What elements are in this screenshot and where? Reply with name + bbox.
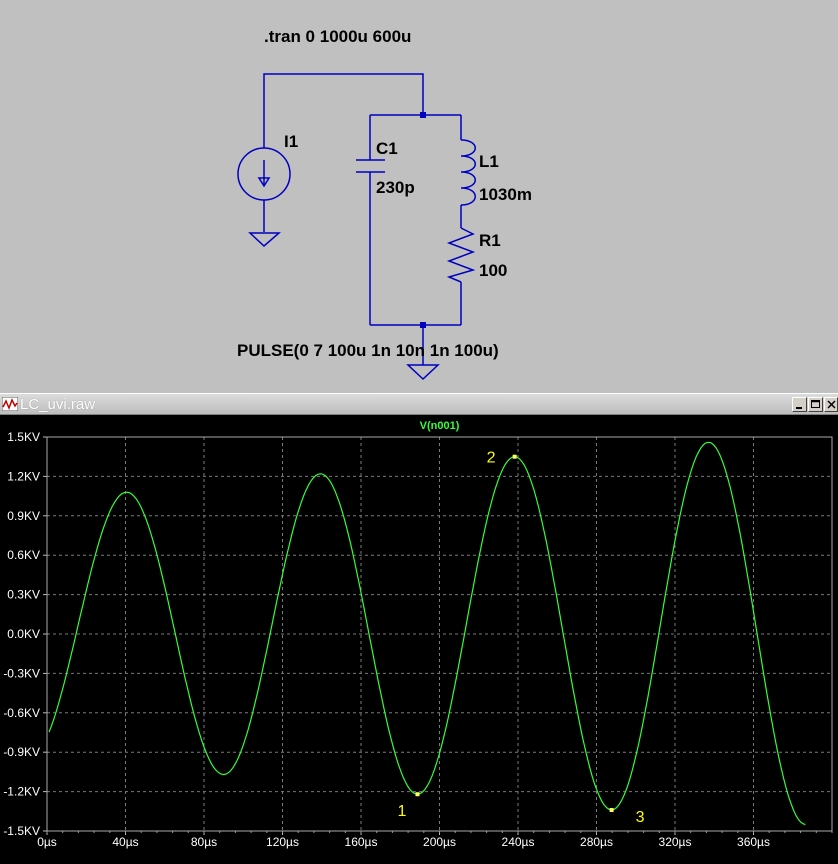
minimize-button[interactable]: [792, 397, 807, 412]
source-value[interactable]: PULSE(0 7 100u 1n 10n 1n 100u): [237, 341, 499, 361]
plot-area[interactable]: 1.5KV 1.2KV 0.9KV 0.6KV 0.3KV 0.0KV -0.3KV -0.6…: [0, 415, 838, 864]
y-tick-label: 0.9KV: [7, 509, 40, 523]
current-source-symbol: [237, 147, 291, 201]
x-tick-label: 0µs: [37, 835, 57, 849]
y-tick-label: 1.5KV: [7, 430, 40, 444]
x-tick-label: 240µs: [502, 835, 535, 849]
waveform-app-icon: [2, 397, 18, 411]
schematic-editor[interactable]: .tran 0 1000u 600u I1 PULSE(0 7 100u 1n …: [0, 0, 838, 392]
waveform-chart[interactable]: 1.5KV 1.2KV 0.9KV 0.6KV 0.3KV 0.0KV -0.3KV -0.6…: [0, 415, 838, 864]
minimize-icon: [796, 407, 802, 409]
x-tick-label: 360µs: [737, 835, 770, 849]
y-tick-label: 1.2KV: [7, 469, 40, 483]
waveform-window: LC_uvi.raw 1.5KV 1.2KV 0.9KV 0.6KV 0.3KV 0.0K…: [0, 393, 838, 864]
y-tick-label: 0.3KV: [7, 588, 40, 602]
schematic-wires: [237, 73, 476, 381]
resistor-value[interactable]: 100: [479, 261, 507, 281]
x-tick-label: 160µs: [345, 835, 378, 849]
x-tick-label: 280µs: [580, 835, 613, 849]
y-tick-label: -0.3KV: [3, 666, 40, 680]
junction-top: [420, 112, 426, 118]
x-tick-label: 120µs: [266, 835, 299, 849]
cursor-label-1: 1: [398, 803, 407, 820]
ground-symbol-source: [248, 232, 282, 248]
waveform-trace: [48, 441, 806, 825]
y-tick-label: 0.6KV: [7, 548, 40, 562]
maximize-button[interactable]: [808, 397, 823, 412]
inductor-name[interactable]: L1: [479, 152, 499, 172]
x-tick-label: 200µs: [423, 835, 456, 849]
y-tick-label: 0.0KV: [7, 627, 40, 641]
close-button[interactable]: [824, 397, 838, 412]
window-titlebar[interactable]: LC_uvi.raw: [0, 393, 838, 415]
source-name[interactable]: I1: [284, 132, 298, 152]
x-tick-label: 80µs: [191, 835, 217, 849]
capacitor-name[interactable]: C1: [376, 139, 398, 159]
tran-directive[interactable]: .tran 0 1000u 600u: [264, 27, 411, 47]
y-tick-label: -0.9KV: [3, 745, 40, 759]
maximize-icon: [811, 400, 820, 408]
capacitor-value[interactable]: 230p: [376, 178, 415, 198]
window-title: LC_uvi.raw: [20, 396, 96, 413]
inductor-symbol: [460, 139, 476, 206]
cursor-marker-2: [512, 454, 517, 459]
y-tick-label: -1.2KV: [3, 785, 40, 799]
capacitor-symbol: [356, 159, 385, 173]
trace-title: V(n001): [420, 420, 460, 432]
resistor-symbol: [446, 227, 476, 283]
y-tick-label: -0.6KV: [3, 706, 40, 720]
ground-symbol-main: [406, 364, 440, 381]
close-icon: [827, 400, 836, 409]
junction-bottom: [420, 322, 426, 328]
cursor-label-2: 2: [487, 450, 496, 467]
cursor-marker-1: [415, 792, 420, 797]
x-tick-label: 320µs: [659, 835, 692, 849]
cursor-marker-3: [609, 807, 614, 812]
x-tick-label: 40µs: [112, 835, 138, 849]
inductor-value[interactable]: 1030m: [479, 185, 532, 205]
resistor-name[interactable]: R1: [479, 231, 501, 251]
y-tick-label: -1.5KV: [3, 824, 40, 838]
cursor-label-3: 3: [636, 809, 645, 826]
